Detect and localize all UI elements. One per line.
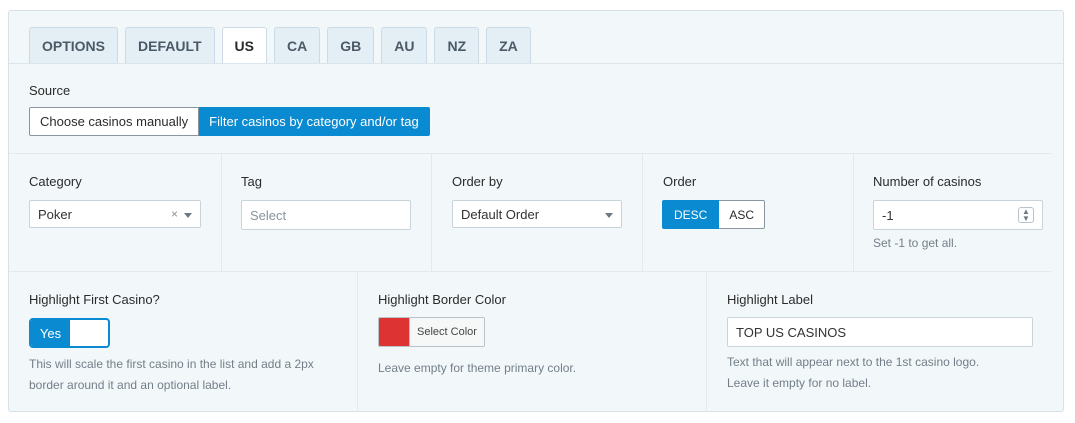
highlight-label-help-2: Leave it empty for no label. — [727, 376, 872, 390]
number-of-casinos-input[interactable]: -1 ▲ ▼ — [873, 200, 1043, 230]
choose-manually-button[interactable]: Choose casinos manually — [29, 107, 200, 136]
tab-us[interactable]: US — [221, 27, 267, 64]
tag-placeholder: Select — [250, 207, 287, 223]
column-divider — [431, 154, 432, 271]
category-label: Category — [29, 174, 82, 189]
order-desc-button[interactable]: DESC — [662, 200, 720, 229]
tab-default[interactable]: DEFAULT — [125, 27, 215, 64]
tab-au[interactable]: AU — [381, 27, 428, 64]
highlight-first-help-2: border around it and an optional label. — [29, 378, 232, 392]
highlight-first-help-1: This will scale the first casino in the … — [29, 357, 314, 371]
category-value: Poker — [38, 206, 72, 222]
highlight-first-toggle[interactable]: Yes — [29, 318, 110, 348]
order-by-label: Order by — [452, 174, 503, 189]
order-label: Order — [663, 174, 697, 189]
country-tabs: OPTIONS DEFAULT US CA GB AU NZ ZA — [29, 27, 531, 64]
number-of-casinos-help: Set -1 to get all. — [873, 236, 958, 250]
tab-gb[interactable]: GB — [327, 27, 375, 64]
highlight-label-value: TOP US CASINOS — [736, 324, 847, 340]
toggle-on-label: Yes — [31, 320, 70, 346]
chevron-down-icon — [184, 213, 192, 218]
filter-by-category-button[interactable]: Filter casinos by category and/or tag — [199, 107, 430, 136]
highlight-label-help-1: Text that will appear next to the 1st ca… — [727, 355, 980, 369]
color-swatch — [379, 318, 409, 346]
clear-icon[interactable]: × — [171, 207, 178, 221]
tabs-divider — [9, 63, 1063, 64]
number-of-casinos-value: -1 — [882, 207, 894, 223]
tab-za[interactable]: ZA — [486, 27, 531, 64]
tag-label: Tag — [241, 174, 262, 189]
category-select[interactable]: Poker × — [29, 200, 201, 228]
column-divider — [853, 154, 854, 271]
order-by-value: Default Order — [461, 206, 540, 222]
number-of-casinos-label: Number of casinos — [873, 174, 982, 189]
order-selector: DESC ASC — [662, 200, 766, 229]
highlight-label-label: Highlight Label — [727, 292, 814, 307]
tab-options[interactable]: OPTIONS — [29, 27, 119, 64]
source-label: Source — [29, 83, 71, 98]
tab-ca[interactable]: CA — [273, 27, 321, 64]
chevron-down-icon — [605, 213, 613, 218]
highlight-label-input[interactable]: TOP US CASINOS — [727, 317, 1033, 347]
column-divider — [221, 154, 222, 271]
column-divider — [706, 272, 707, 412]
order-by-select[interactable]: Default Order — [452, 200, 622, 228]
border-color-picker[interactable]: Select Color — [378, 317, 485, 347]
highlight-first-label: Highlight First Casino? — [29, 292, 160, 307]
settings-panel: OPTIONS DEFAULT US CA GB AU NZ ZA Source… — [8, 10, 1064, 412]
column-divider — [642, 154, 643, 271]
row-divider — [9, 271, 1051, 272]
source-selector: Choose casinos manually Filter casinos b… — [29, 107, 430, 136]
column-divider — [357, 272, 358, 412]
row-divider — [9, 153, 1051, 154]
tab-nz[interactable]: NZ — [434, 27, 480, 64]
border-color-label: Highlight Border Color — [378, 292, 506, 307]
order-asc-button[interactable]: ASC — [719, 200, 766, 229]
border-color-help: Leave empty for theme primary color. — [378, 361, 577, 375]
select-color-button[interactable]: Select Color — [409, 318, 484, 346]
number-stepper[interactable]: ▲ ▼ — [1018, 207, 1034, 223]
tag-select[interactable]: Select — [241, 200, 411, 230]
